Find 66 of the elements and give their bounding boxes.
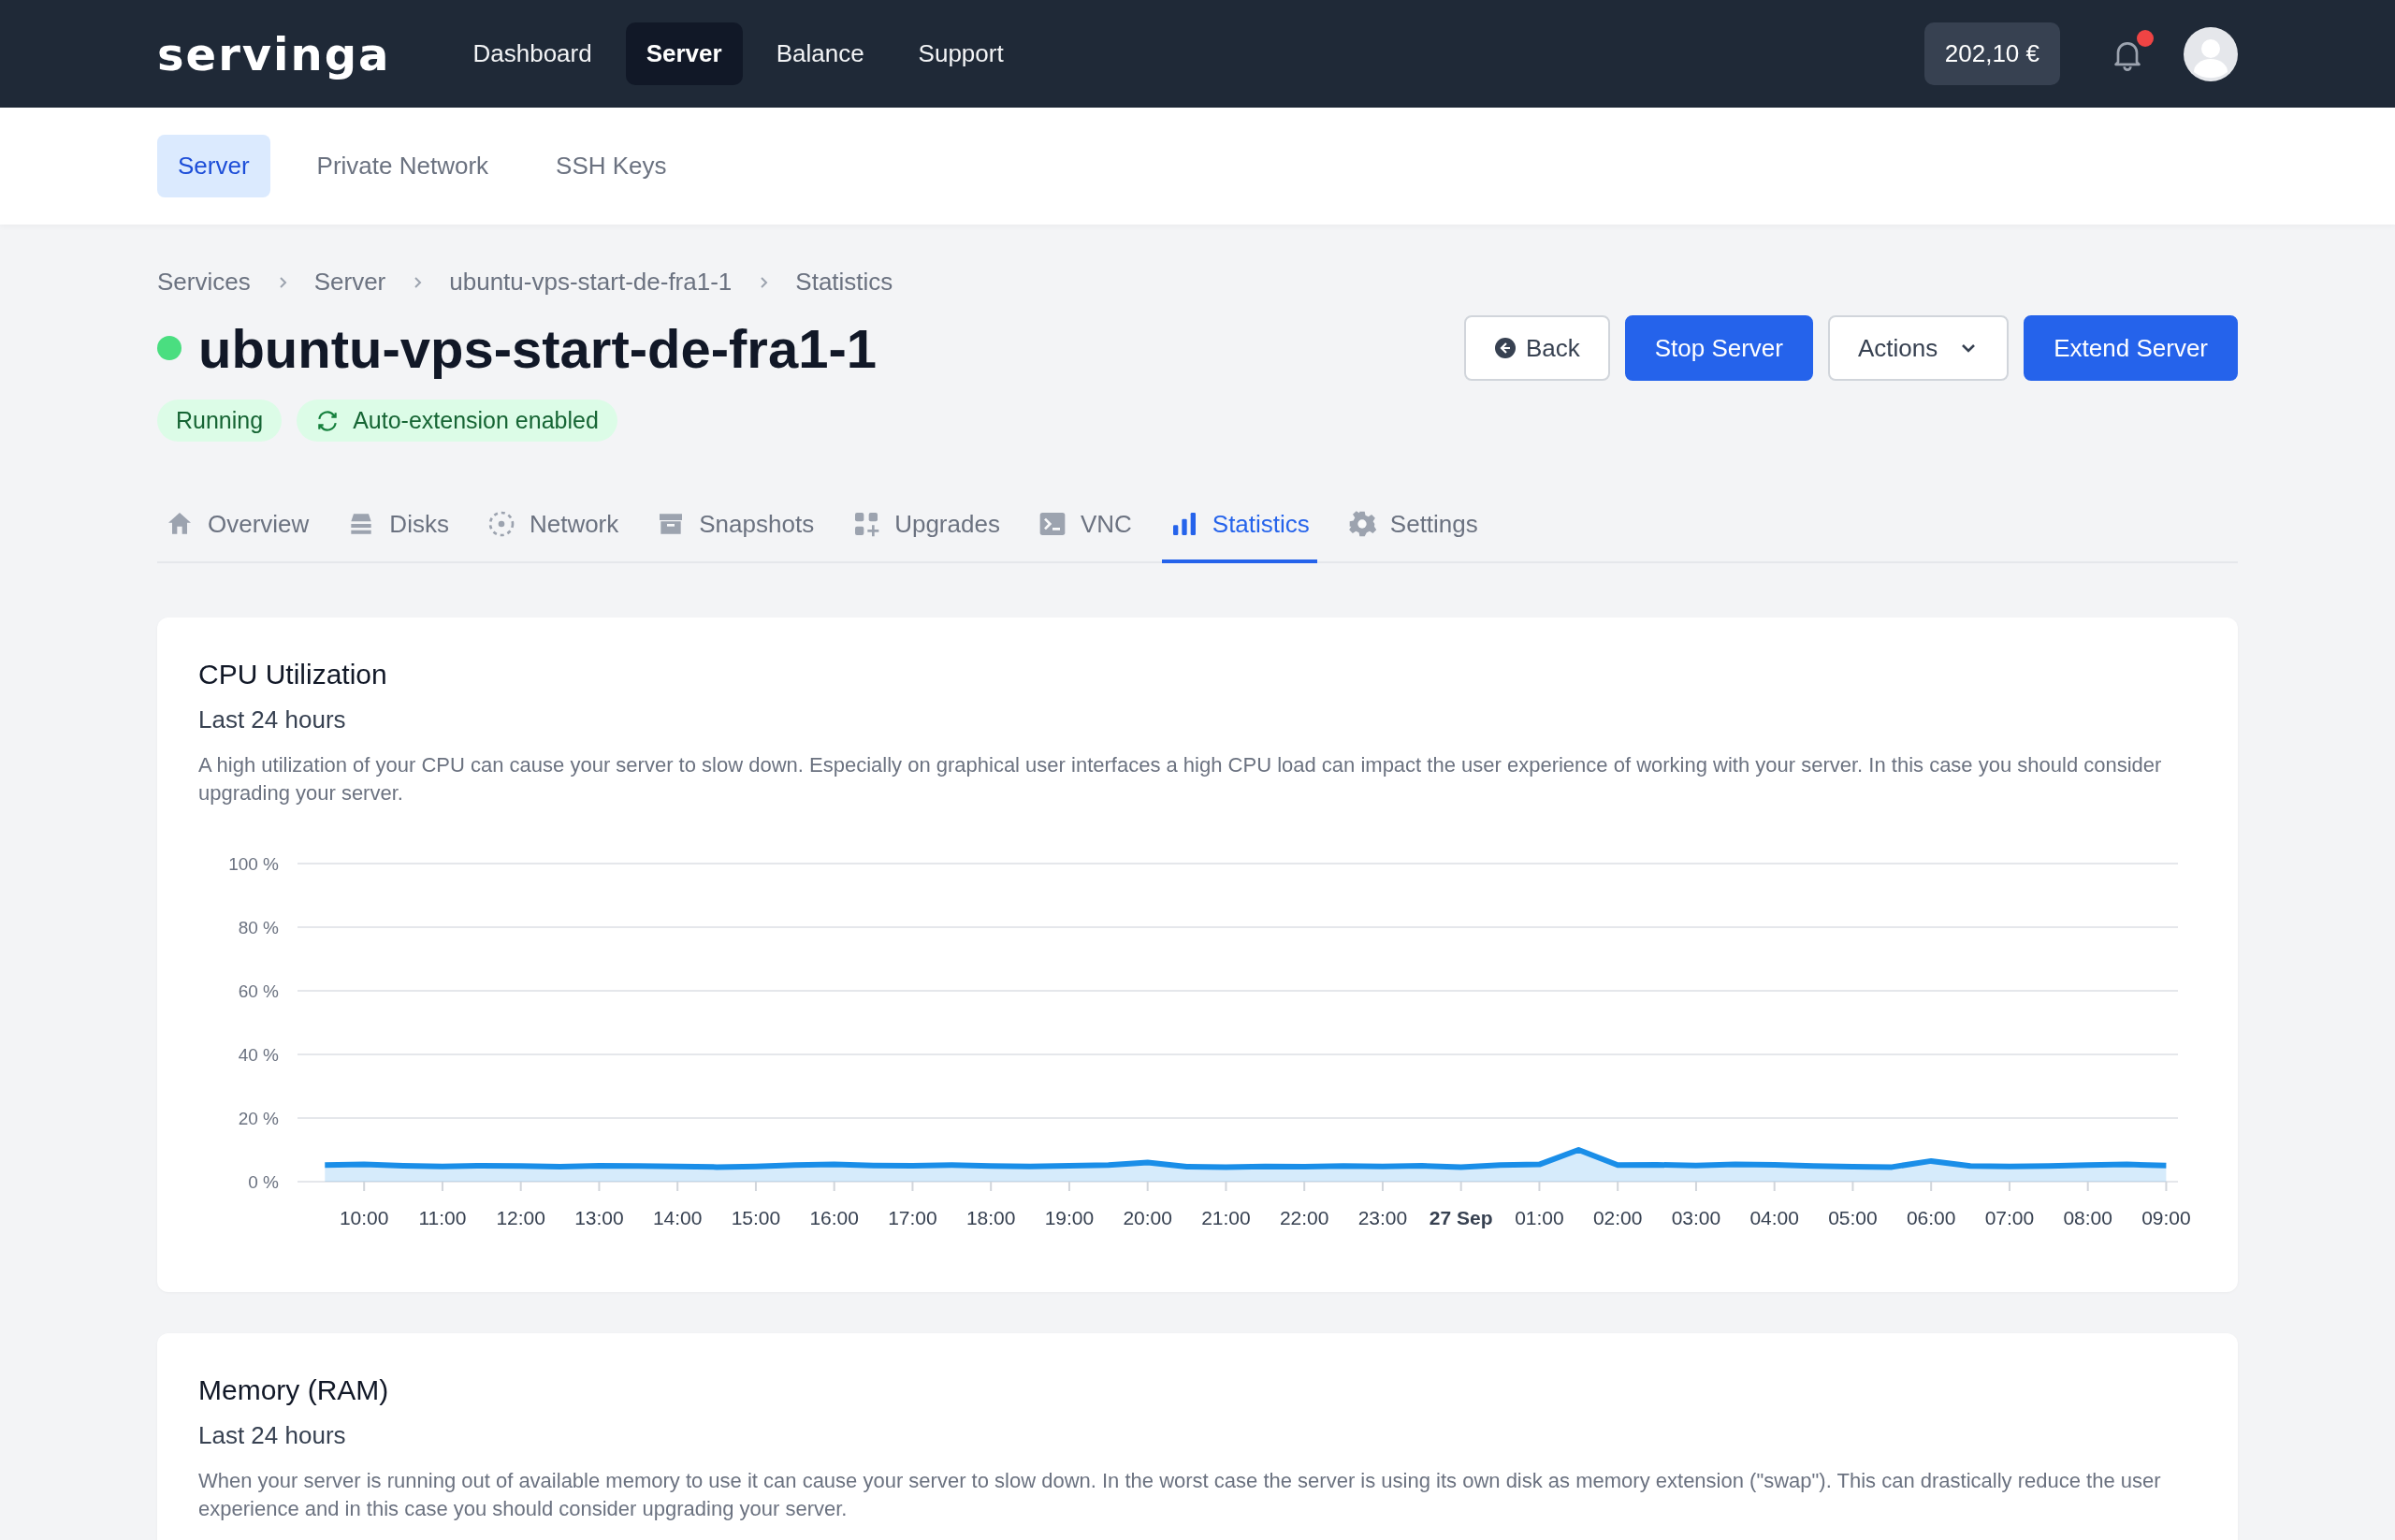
y-axis-label: 100 % <box>228 853 279 874</box>
breadcrumb-link[interactable]: Services <box>157 268 251 297</box>
x-axis-label: 23:00 <box>1357 1206 1408 1228</box>
x-axis-label: 14:00 <box>652 1206 703 1228</box>
y-axis-label: 80 % <box>238 917 279 937</box>
section-tab[interactable]: Disks <box>339 494 457 563</box>
status-badge: Running <box>157 400 283 442</box>
breadcrumb-link[interactable]: Statistics <box>795 268 893 297</box>
y-axis-label: 20 % <box>238 1108 279 1128</box>
card-description: A high utilization of your CPU can cause your server to slow down. Especially on graphical user interfaces a high CPU load can impact the user experience of working with your server. In this case you should consider upgrading your server. <box>198 752 2163 806</box>
card-subtitle: Last 24 hours <box>198 705 347 734</box>
x-axis-label: 17:00 <box>888 1206 937 1228</box>
avatar-icon[interactable] <box>2184 26 2238 81</box>
x-axis-label: 02:00 <box>1592 1206 1643 1228</box>
logo[interactable]: servinga <box>157 27 391 80</box>
sub-navigation-tab[interactable]: Server <box>157 135 270 197</box>
section-tab[interactable]: Snapshots <box>648 494 822 563</box>
y-axis-label: 60 % <box>238 981 279 1001</box>
section-tab[interactable]: Overview <box>157 494 317 563</box>
breadcrumb-link[interactable]: Server <box>313 268 386 297</box>
x-axis-label: 16:00 <box>809 1206 859 1228</box>
back-button[interactable]: Back <box>1463 315 1610 381</box>
x-axis-label: 07:00 <box>1984 1206 2035 1228</box>
section-tab[interactable]: Settings <box>1339 494 1486 563</box>
x-axis-label: 11:00 <box>418 1206 467 1228</box>
server-title: ubuntu-vps-start-de-fra1-1 <box>198 316 878 380</box>
y-axis-label: 40 % <box>238 1044 279 1065</box>
sub-navigation-tab[interactable]: SSH Keys <box>535 135 688 197</box>
nav-link[interactable]: Server <box>625 22 743 85</box>
x-axis-label: 06:00 <box>1906 1206 1956 1228</box>
x-axis-label: 22:00 <box>1279 1206 1329 1228</box>
sub-navigation-tab[interactable]: Private Network <box>296 135 510 197</box>
x-axis-label: 01:00 <box>1515 1206 1564 1228</box>
nav-link[interactable]: Dashboard <box>452 22 613 85</box>
action-button[interactable]: Extend Server <box>2024 315 2238 381</box>
x-axis-label: 21:00 <box>1201 1206 1251 1228</box>
x-axis-label: 05:00 <box>1828 1206 1878 1228</box>
y-axis-label: 0 % <box>248 1171 279 1192</box>
x-axis-label: 13:00 <box>574 1206 624 1228</box>
x-axis-label: 03:00 <box>1671 1206 1721 1228</box>
section-tab[interactable]: Statistics <box>1161 494 1317 563</box>
section-tab[interactable]: VNC <box>1029 494 1139 563</box>
x-axis-label: 12:00 <box>496 1206 545 1228</box>
nav-link[interactable]: Balance <box>755 22 885 85</box>
card-title: CPU Utilization <box>198 659 388 690</box>
x-axis-label: 09:00 <box>2141 1206 2191 1228</box>
x-axis-label: 19:00 <box>1044 1206 1095 1228</box>
x-axis-label: 27 Sep <box>1429 1206 1493 1228</box>
settings-icon <box>1346 509 1377 539</box>
card-description: When your server is running out of available memory to use it can cause your server to slow down. In the worst case the server is using its own disk as memory extension ("swap"). This can drastically reduce the user experience and in this case you should consider upgrading your server. <box>198 1467 2162 1522</box>
card-subtitle: Last 24 hours <box>198 1420 347 1450</box>
x-axis-label: 08:00 <box>2063 1206 2112 1228</box>
breadcrumb-link[interactable]: ubuntu-vps-start-de-fra1-1 <box>449 268 733 297</box>
action-button[interactable]: Stop Server <box>1624 315 1813 381</box>
card-title: Memory (RAM) <box>198 1373 390 1406</box>
x-axis-label: 18:00 <box>965 1206 1016 1228</box>
auto-extension-badge: Auto-extension enabled <box>297 400 617 442</box>
x-axis-label: 20:00 <box>1123 1206 1172 1228</box>
x-axis-label: 04:00 <box>1749 1206 1799 1228</box>
nav-link[interactable]: Support <box>897 22 1024 85</box>
section-tab[interactable]: Upgrades <box>844 494 1008 563</box>
x-axis-label: 15:00 <box>731 1206 781 1228</box>
section-tab[interactable]: Network <box>478 494 627 563</box>
x-axis-label: 10:00 <box>339 1206 389 1228</box>
balance-display[interactable]: 202,10 € <box>1923 22 2060 85</box>
actions-dropdown[interactable]: Actions <box>1828 315 2010 381</box>
